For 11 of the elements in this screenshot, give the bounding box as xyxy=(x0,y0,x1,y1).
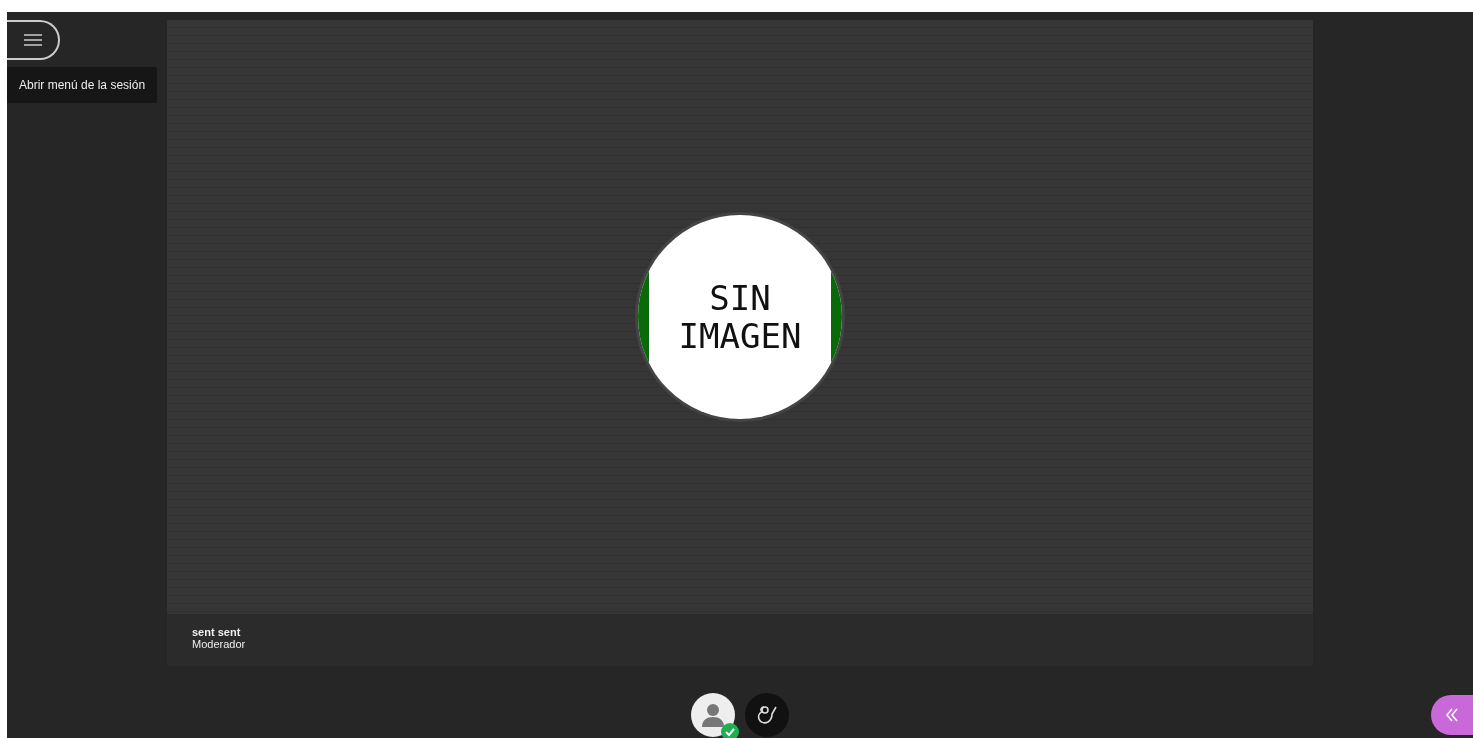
menu-button[interactable] xyxy=(7,20,60,60)
person-icon xyxy=(700,702,726,728)
tooltip: Abrir menú de la sesión xyxy=(7,67,158,103)
placeholder-text: SIN xyxy=(709,279,771,317)
participant-role: Moderador xyxy=(192,638,246,650)
placeholder-text: IMAGEN xyxy=(678,317,802,355)
panel-toggle-button[interactable] xyxy=(1431,695,1473,735)
participant-name: sent sent xyxy=(192,626,241,638)
menu-icon xyxy=(22,33,43,47)
double-chevron-icon xyxy=(1445,707,1459,723)
raise-hand-button[interactable] xyxy=(745,693,789,737)
